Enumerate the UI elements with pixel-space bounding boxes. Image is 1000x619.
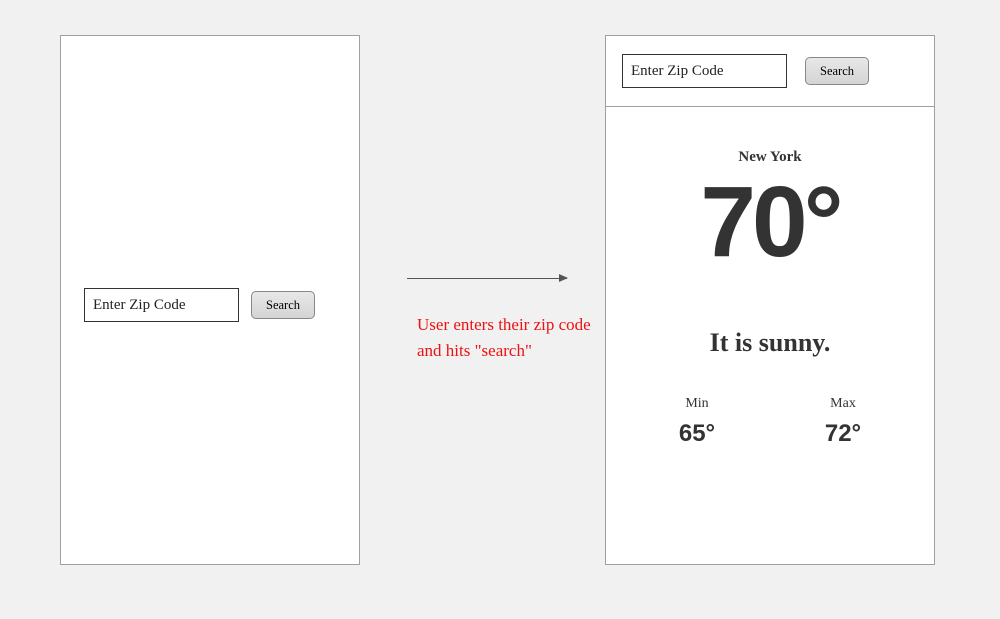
min-value: 65°	[679, 420, 715, 448]
screen-initial: Search	[60, 35, 360, 565]
flow-annotation: User enters their zip code and hits "sea…	[417, 312, 592, 363]
max-block: Max 72°	[825, 396, 861, 448]
zip-code-input[interactable]	[84, 288, 239, 322]
temperature-main: 70°	[624, 172, 916, 272]
search-row: Search	[84, 288, 338, 322]
min-block: Min 65°	[679, 396, 715, 448]
result-panel: New York 70° It is sunny. Min 65° Max 72…	[606, 107, 934, 448]
zip-code-input[interactable]	[622, 54, 787, 88]
min-label: Min	[679, 396, 715, 412]
search-button[interactable]: Search	[251, 291, 315, 319]
condition-text: It is sunny.	[624, 328, 916, 358]
max-value: 72°	[825, 420, 861, 448]
search-button[interactable]: Search	[805, 57, 869, 85]
screen-result: Search New York 70° It is sunny. Min 65°…	[605, 35, 935, 565]
minmax-row: Min 65° Max 72°	[624, 396, 916, 448]
search-header: Search	[606, 36, 934, 107]
city-label: New York	[624, 149, 916, 166]
flow-arrow-icon	[407, 278, 567, 279]
max-label: Max	[825, 396, 861, 412]
